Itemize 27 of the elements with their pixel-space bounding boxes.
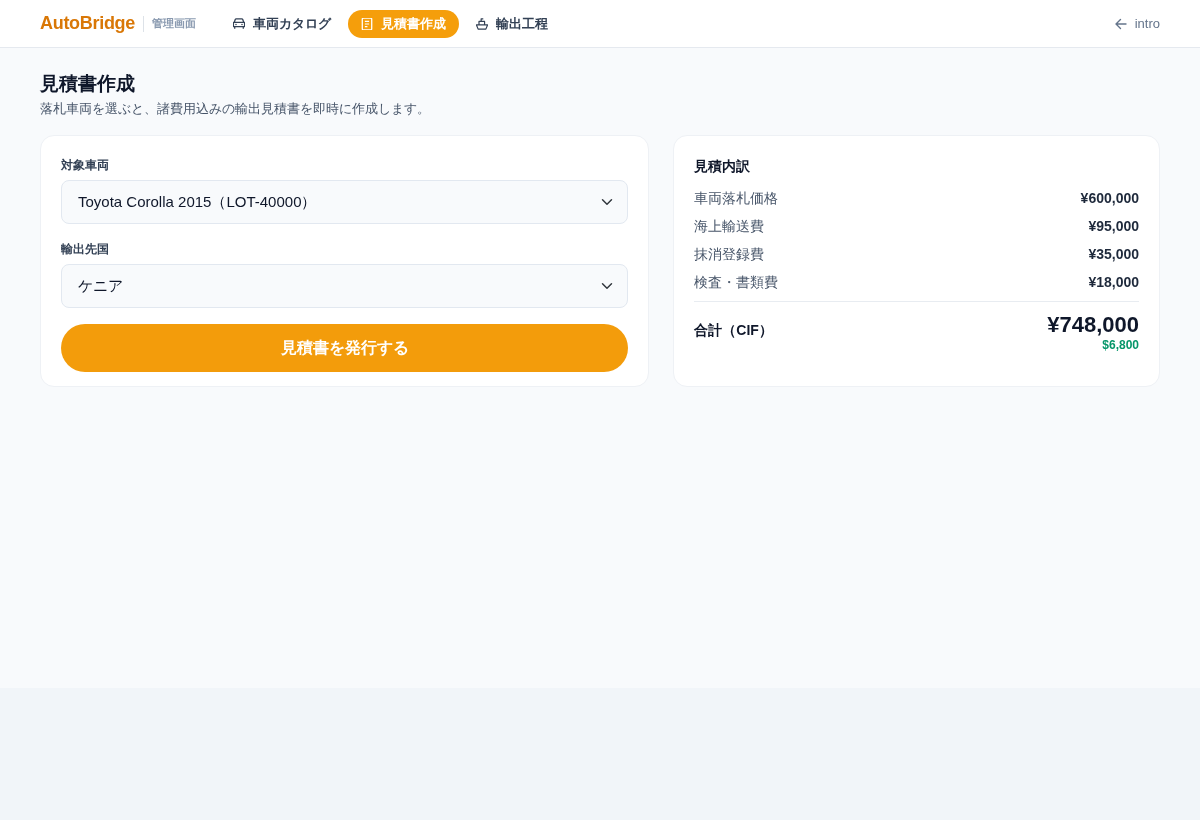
cost-label: 抹消登録費 xyxy=(694,245,765,265)
back-link[interactable]: intro xyxy=(1114,13,1160,34)
total-amount: ¥748,000 xyxy=(1047,311,1139,338)
document-icon xyxy=(361,17,373,30)
total-label: 合計（CIF） xyxy=(694,320,773,340)
cost-amount: ¥35,000 xyxy=(1088,245,1139,265)
cost-label: 海上輸送費 xyxy=(694,217,765,237)
field-label: 輸出先国 xyxy=(61,240,110,258)
total-usd: $6,800 xyxy=(1102,337,1139,352)
cost-amount: ¥95,000 xyxy=(1088,217,1139,237)
brand-subtitle: 管理画面 xyxy=(152,16,196,32)
cost-label: 検査・書類費 xyxy=(694,273,779,293)
select-field[interactable]: ケニア xyxy=(61,263,629,308)
brand-logo: AutoBridge xyxy=(40,12,135,35)
back-arrow-icon xyxy=(1114,17,1127,30)
car-icon xyxy=(233,17,245,30)
page-title: 見積書作成 xyxy=(40,72,136,96)
nav-tab[interactable]: 車両カタログ xyxy=(220,9,344,38)
select-field[interactable]: Toyota Corolla 2015（LOT-40000） xyxy=(61,179,629,224)
cost-label: 車両落札価格 xyxy=(694,189,779,209)
cost-amount: ¥600,000 xyxy=(1080,189,1139,209)
page-subtitle: 落札車両を選ぶと、諸費用込みの輸出見積書を即時に作成します。 xyxy=(40,101,431,118)
ship-icon xyxy=(476,17,488,30)
nav-tab[interactable]: 輸出工程 xyxy=(463,9,561,38)
cost-amount: ¥18,000 xyxy=(1088,273,1139,293)
field-label: 対象車両 xyxy=(61,156,110,174)
breakdown-title: 見積内訳 xyxy=(694,156,752,176)
